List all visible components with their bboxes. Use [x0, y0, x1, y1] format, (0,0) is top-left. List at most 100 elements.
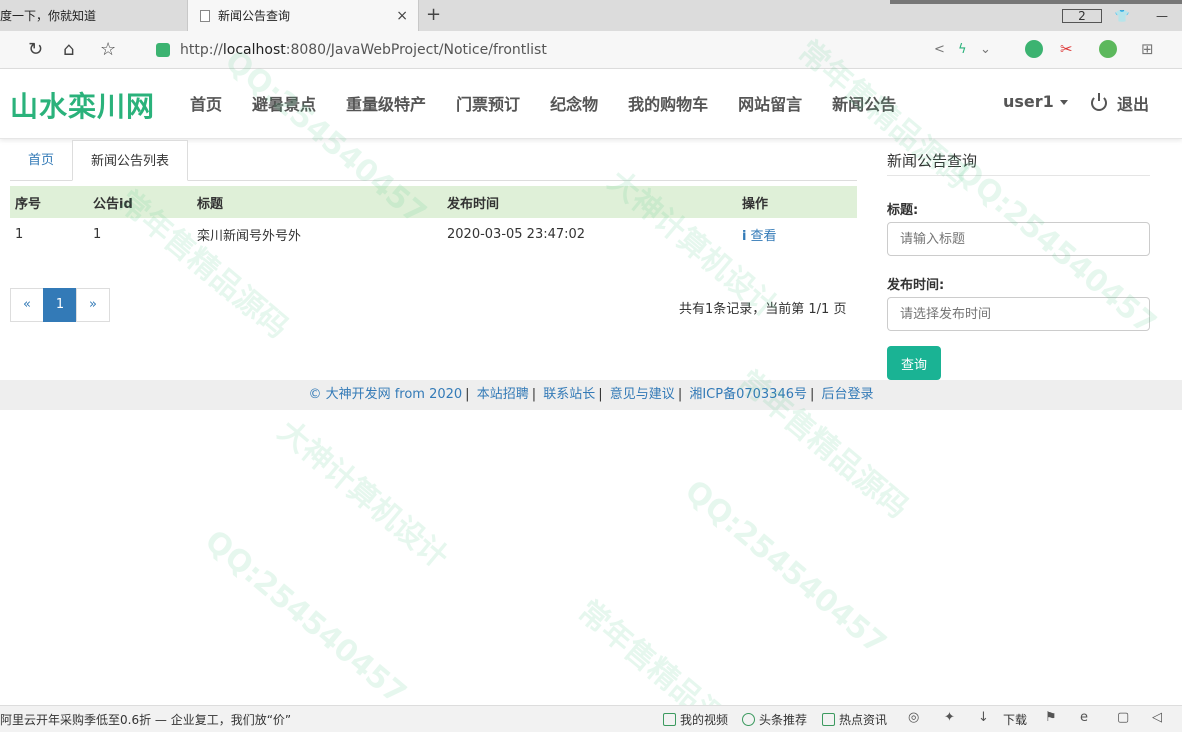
footer-link-admin-login[interactable]: 后台登录	[822, 387, 874, 402]
yen-shield-icon[interactable]	[1099, 40, 1117, 58]
download-button[interactable]: 下载	[1003, 711, 1027, 728]
menu-item-souvenir[interactable]: 纪念物	[550, 91, 598, 115]
headline-button[interactable]: 头条推荐	[742, 711, 807, 728]
menu-item-guestbook[interactable]: 网站留言	[738, 91, 802, 115]
menu-item-tickets[interactable]: 门票预订	[456, 91, 520, 115]
menu-item-specialty[interactable]: 重量级特产	[346, 91, 426, 115]
search-panel-title: 新闻公告查询	[887, 152, 978, 170]
notice-table: 序号 公告id 标题 发布时间 操作 1 1 栾川新闻号外号外 2020-03-…	[10, 186, 857, 250]
url-field[interactable]: http://localhost:8080/JavaWebProject/Not…	[156, 37, 1006, 63]
cell-title: 栾川新闻号外号外	[197, 228, 302, 244]
url-path: :8080/JavaWebProject/Notice/frontlist	[285, 42, 547, 58]
query-button[interactable]: 查询	[887, 346, 941, 380]
info-icon: i	[742, 228, 747, 244]
secure-shield-icon	[156, 43, 170, 57]
column-header-title: 标题	[192, 186, 442, 218]
share-icon[interactable]: <	[934, 42, 945, 57]
play-icon	[742, 713, 755, 726]
cell-time: 2020-03-05 23:47:02	[447, 226, 586, 242]
lightning-icon[interactable]: ϟ	[958, 42, 967, 57]
caret-down-icon	[1059, 100, 1068, 105]
grid-icon[interactable]: ⊞	[1141, 40, 1154, 58]
site-header: 山水栾川网 首页 避暑景点 重量级特产 门票预订 纪念物 我的购物车 网站留言 …	[0, 69, 1182, 139]
user-dropdown[interactable]: user1	[1003, 92, 1068, 111]
footer-link-icp[interactable]: 湘ICP备0703346号	[689, 387, 807, 402]
footer-copyright[interactable]: © 大神开发网 from 2020	[308, 387, 462, 402]
panel-divider	[887, 175, 1150, 176]
window-count-icon[interactable]: 2	[1062, 8, 1102, 23]
page-icon	[200, 9, 210, 22]
url-prefix: http://	[180, 42, 223, 58]
minimize-icon[interactable]: —	[1142, 9, 1182, 23]
breadcrumb-home[interactable]: 首页	[10, 140, 72, 181]
user-name: user1	[1003, 92, 1054, 111]
browser-statusbar: 阿里云开年采购季低至0.6折 — 企业复工，我们放“价” 我的视频 头条推荐 热…	[0, 705, 1182, 732]
news-icon	[822, 713, 835, 726]
menu-item-home[interactable]: 首页	[190, 91, 222, 115]
volume-icon[interactable]: ◁	[1152, 710, 1162, 725]
speed-icon[interactable]: ◎	[908, 710, 919, 725]
watermark-text: 大神计算机设计	[271, 413, 455, 576]
new-tab-button[interactable]: +	[426, 4, 441, 25]
publish-time-input[interactable]	[887, 297, 1150, 331]
watermark-text: QQ:254540457	[198, 523, 413, 712]
prev-page-button[interactable]: «	[10, 288, 44, 322]
breadcrumb-current[interactable]: 新闻公告列表	[72, 140, 188, 181]
address-bar: ↻ ⌂ ☆ http://localhost:8080/JavaWebProje…	[0, 31, 1182, 69]
extension-green-icon[interactable]	[1025, 40, 1043, 58]
home-icon[interactable]: ⌂	[63, 39, 74, 60]
close-tab-icon[interactable]: ×	[396, 8, 408, 24]
next-page-button[interactable]: »	[76, 288, 110, 322]
pagination: « 1 »	[10, 288, 110, 322]
column-header-index: 序号	[10, 186, 88, 218]
main-menu: 首页 避暑景点 重量级特产 门票预订 纪念物 我的购物车 网站留言 新闻公告	[190, 91, 926, 115]
menu-item-scenic[interactable]: 避暑景点	[252, 91, 316, 115]
breadcrumb: 首页 新闻公告列表	[10, 140, 857, 181]
my-video-button[interactable]: 我的视频	[663, 711, 728, 728]
table-header-row: 序号 公告id 标题 发布时间 操作	[10, 186, 857, 218]
browser-tabstrip: 度一下，你就知道 新闻公告查询 × + 2 👕 —	[0, 0, 1182, 31]
download-arrow-icon[interactable]: ↓	[978, 710, 989, 725]
title-input[interactable]	[887, 222, 1150, 256]
logout-button[interactable]: 退出	[1091, 91, 1149, 115]
browser-tab-notice[interactable]: 新闻公告查询 ×	[187, 0, 419, 31]
window-controls: 2 👕 —	[1062, 0, 1182, 31]
shirt-icon[interactable]: 👕	[1102, 9, 1142, 23]
table-row: 1 1 栾川新闻号外号外 2020-03-05 23:47:02 i 查看	[10, 218, 857, 250]
column-header-action: 操作	[737, 186, 857, 218]
star-icon[interactable]: ☆	[100, 39, 116, 60]
browser-tab-baidu[interactable]: 度一下，你就知道	[0, 0, 186, 31]
footer-link-jobs[interactable]: 本站招聘	[477, 387, 529, 402]
flag-icon[interactable]: ⚑	[1045, 710, 1057, 725]
power-icon	[1091, 93, 1107, 111]
column-header-id: 公告id	[88, 186, 192, 218]
scissors-icon[interactable]: ✂	[1060, 40, 1073, 58]
ie-icon[interactable]: e	[1080, 710, 1088, 725]
browser-tab-label: 度一下，你就知道	[0, 9, 97, 23]
chevron-down-icon[interactable]: ⌄	[980, 42, 991, 57]
statusbar-ad-text[interactable]: 阿里云开年采购季低至0.6折 — 企业复工，我们放“价”	[0, 711, 291, 728]
time-label: 发布时间:	[887, 278, 945, 293]
title-label: 标题:	[887, 203, 919, 218]
footer-link-feedback[interactable]: 意见与建议	[610, 387, 675, 402]
logout-label: 退出	[1117, 95, 1150, 114]
pin-icon[interactable]: ✦	[944, 710, 955, 725]
video-icon	[663, 713, 676, 726]
hot-news-button[interactable]: 热点资讯	[822, 711, 887, 728]
page-1-button[interactable]: 1	[43, 288, 77, 322]
reload-icon[interactable]: ↻	[28, 39, 43, 60]
footer-link-contact[interactable]: 联系站长	[543, 387, 595, 402]
record-summary: 共有1条记录，当前第 1/1 页	[679, 302, 847, 317]
cell-index: 1	[15, 226, 24, 242]
cell-action: i 查看	[737, 218, 857, 250]
menu-item-cart[interactable]: 我的购物车	[628, 91, 708, 115]
watermark-text: QQ:254540457	[678, 473, 893, 662]
url-host: localhost	[222, 42, 286, 58]
cell-id: 1	[93, 226, 102, 242]
menu-item-news[interactable]: 新闻公告	[832, 91, 896, 115]
window-icon[interactable]: ▢	[1117, 710, 1129, 725]
column-header-time: 发布时间	[442, 186, 737, 218]
view-link[interactable]: i 查看	[742, 229, 776, 244]
browser-tab-label: 新闻公告查询	[218, 9, 291, 23]
site-logo[interactable]: 山水栾川网	[10, 85, 155, 125]
